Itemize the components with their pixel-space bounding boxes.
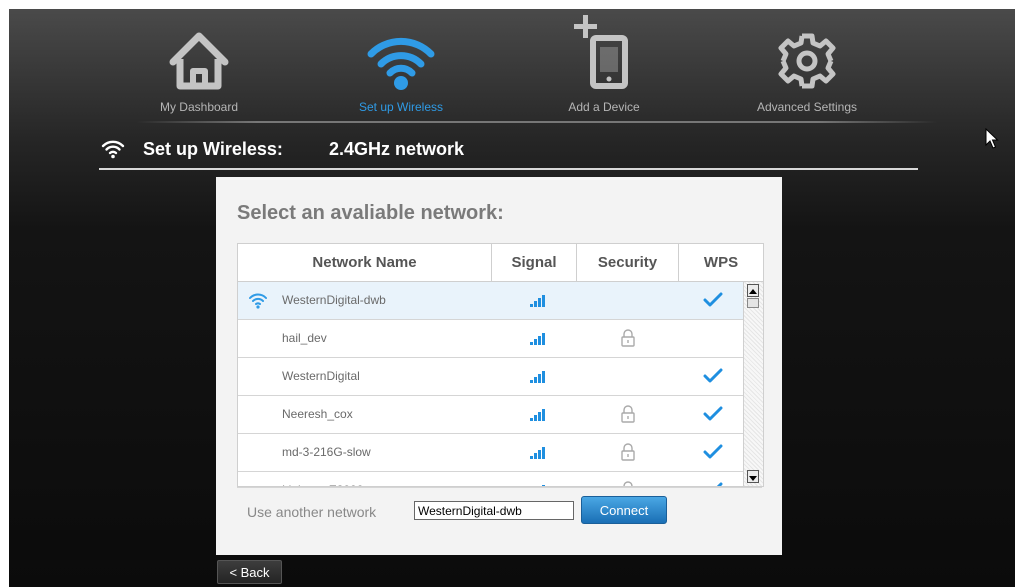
nav-item-wireless[interactable]: Set up Wireless xyxy=(316,9,486,123)
top-nav: My Dashboard Set up Wireless Add a Devic… xyxy=(9,9,1015,123)
back-button[interactable]: < Back xyxy=(217,560,282,584)
scroll-down-button[interactable] xyxy=(747,470,759,483)
other-network-input[interactable] xyxy=(414,501,574,520)
network-panel: Select an avaliable network: Network Nam… xyxy=(216,177,782,555)
signal-strength-icon xyxy=(530,371,545,383)
wifi-icon xyxy=(367,37,435,90)
network-row[interactable]: hail_dev xyxy=(238,320,743,358)
wifi-connected-icon xyxy=(249,293,267,309)
network-name: Neeresh_cox xyxy=(282,407,353,421)
section-header: Set up Wireless: 2.4GHz network xyxy=(99,133,919,167)
network-name: WesternDigital-dwb xyxy=(282,293,386,307)
network-name: hail_dev xyxy=(282,331,327,345)
network-row[interactable]: Neeresh_cox xyxy=(238,396,743,434)
network-row[interactable]: Linksys_E3000 xyxy=(238,472,743,486)
lock-icon xyxy=(621,443,635,461)
panel-title: Select an avaliable network: xyxy=(237,202,504,224)
lock-icon xyxy=(621,329,635,347)
signal-strength-icon xyxy=(530,447,545,459)
app-window: My Dashboard Set up Wireless Add a Devic… xyxy=(9,9,1015,587)
lock-icon xyxy=(623,481,633,486)
network-name: Linksys_E3000 xyxy=(282,472,363,486)
nav-divider xyxy=(137,121,937,123)
window-frame-left xyxy=(0,0,9,587)
checkmark-icon xyxy=(703,444,723,459)
arrow-down-icon xyxy=(749,476,757,481)
wifi-icon xyxy=(101,140,125,159)
lock-icon xyxy=(621,405,635,423)
other-network-label: Use another network xyxy=(247,504,377,520)
nav-label-dashboard: My Dashboard xyxy=(159,100,239,114)
arrow-up-icon xyxy=(749,289,757,294)
nav-label-add-device: Add a Device xyxy=(568,100,640,114)
connect-button[interactable]: Connect xyxy=(581,496,667,524)
signal-strength-icon xyxy=(530,409,545,421)
window-frame-top xyxy=(0,0,1015,9)
network-row[interactable]: WesternDigital-dwb xyxy=(238,282,743,320)
network-list[interactable]: WesternDigital-dwb hail_dev WesternDigital… xyxy=(238,282,743,486)
network-name: md-3-216G-slow xyxy=(282,445,371,459)
home-icon xyxy=(169,32,229,90)
nav-label-wireless: Set up Wireless xyxy=(358,100,444,114)
network-name: WesternDigital xyxy=(282,369,360,383)
signal-strength-icon xyxy=(530,295,545,307)
signal-strength-icon xyxy=(530,333,545,345)
section-title: Set up Wireless: xyxy=(143,139,283,159)
checkmark-icon xyxy=(703,368,723,383)
column-header-signal: Signal xyxy=(511,254,557,271)
nav-item-advanced-settings[interactable]: Advanced Settings xyxy=(722,9,892,123)
gear-icon xyxy=(778,33,836,89)
other-network-row: Use another network Connect xyxy=(237,487,762,538)
signal-strength-icon xyxy=(542,485,545,486)
column-header-wps: WPS xyxy=(703,254,739,271)
mouse-cursor-icon xyxy=(985,128,999,149)
section-divider xyxy=(99,168,918,170)
add-device-icon xyxy=(574,15,628,89)
checkmark-icon xyxy=(703,292,723,307)
scroll-up-button[interactable] xyxy=(747,284,759,297)
table-header: Network Name Signal Security WPS xyxy=(238,244,763,282)
column-header-network-name: Network Name xyxy=(312,254,417,271)
nav-label-advanced-settings: Advanced Settings xyxy=(756,100,858,114)
nav-item-add-device[interactable]: Add a Device xyxy=(519,9,689,123)
network-row[interactable]: md-3-216G-slow xyxy=(238,434,743,472)
table-scrollbar[interactable] xyxy=(743,282,763,486)
column-header-security: Security xyxy=(597,254,658,271)
network-table: Network Name Signal Security WPS Western… xyxy=(237,243,764,487)
network-row[interactable]: WesternDigital xyxy=(238,358,743,396)
scroll-thumb[interactable] xyxy=(747,298,759,308)
checkmark-icon xyxy=(716,482,723,486)
checkmark-icon xyxy=(703,406,723,421)
nav-item-dashboard[interactable]: My Dashboard xyxy=(114,9,284,123)
section-subtitle: 2.4GHz network xyxy=(329,139,465,159)
